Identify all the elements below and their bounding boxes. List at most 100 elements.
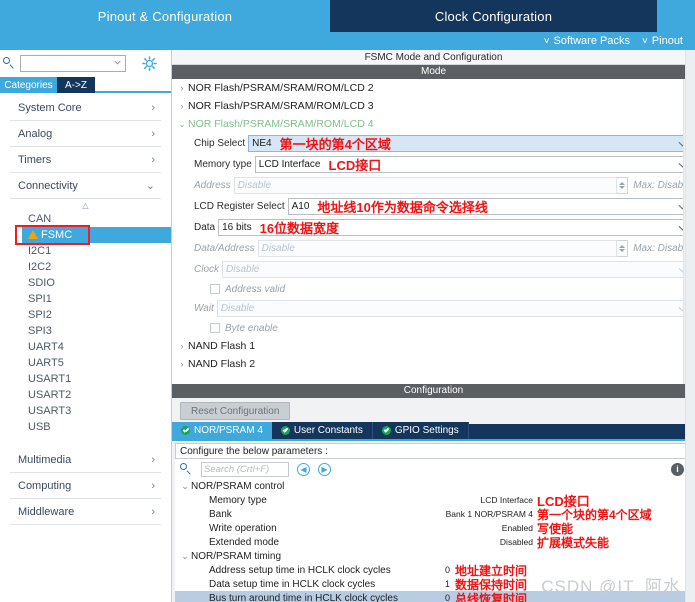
- panel-title: FSMC Mode and Configuration: [172, 50, 695, 65]
- checkbox-byte-enable-label: Byte enable: [225, 322, 278, 334]
- menu-pinout[interactable]: ˅ Pinout: [642, 35, 695, 47]
- sidebar-item-usart2[interactable]: USART2: [0, 387, 171, 403]
- configuration-pane: Reset Configuration NOR/PSRAM 4 User Con…: [172, 398, 695, 602]
- reset-configuration-row: Reset Configuration: [172, 398, 695, 424]
- sidebar-item-i2c1[interactable]: I2C1: [0, 243, 171, 259]
- param-group-label: NOR/PSRAM control: [191, 480, 285, 492]
- param-row-write-operation[interactable]: Write operation Enabled 写使能: [175, 521, 692, 536]
- param-name: Bank: [209, 508, 232, 520]
- mode-tree-item-label: NOR Flash/PSRAM/SRAM/ROM/LCD 4: [188, 118, 374, 130]
- param-group-label: NOR/PSRAM timing: [191, 550, 282, 562]
- search-icon: [2, 56, 16, 70]
- mode-tree-item-lcd2[interactable]: › NOR Flash/PSRAM/SRAM/ROM/LCD 2: [172, 79, 695, 97]
- mode-tree-item-nand1[interactable]: › NAND Flash 1: [172, 337, 695, 355]
- chevron-down-icon: ˅: [641, 35, 648, 47]
- top-tab-bar: Pinout & Configuration Clock Configurati…: [0, 0, 695, 32]
- param-name: Bus turn around time in HCLK clock cycle…: [209, 592, 398, 602]
- sidebar-item-spi1[interactable]: SPI1: [0, 291, 171, 307]
- chevron-right-icon: ›: [151, 505, 155, 518]
- checkbox-byte-enable-row[interactable]: Byte enable: [172, 319, 695, 337]
- sidebar-item-sdio[interactable]: SDIO: [0, 275, 171, 291]
- mode-tree-item-nand2[interactable]: › NAND Flash 2: [172, 355, 695, 373]
- sidebar-category-system-core[interactable]: System Core ›: [10, 95, 161, 121]
- sidebar-category-computing[interactable]: Computing ›: [10, 473, 161, 499]
- tab-categories-label: Categories: [4, 79, 53, 91]
- sidebar-item-usart1[interactable]: USART1: [0, 371, 171, 387]
- gear-icon[interactable]: [142, 55, 157, 71]
- search-input[interactable]: [20, 54, 126, 72]
- configuration-pane-scrollbar[interactable]: [685, 50, 695, 602]
- field-data-address-row: Data/Address Disable Max: Disable: [172, 238, 695, 259]
- field-lcd-register-select[interactable]: A10 地址线10作为数据命令选择线: [287, 198, 691, 215]
- configuration-tabs: NOR/PSRAM 4 User Constants GPIO Settings: [172, 422, 695, 441]
- param-group-nor-psram-timing[interactable]: ⌄ NOR/PSRAM timing: [175, 549, 692, 563]
- mode-tree-item-lcd3[interactable]: › NOR Flash/PSRAM/SRAM/ROM/LCD 3: [172, 97, 695, 115]
- field-chip-select-row: Chip Select NE4 第一块的第4个区域: [172, 133, 695, 154]
- sidebar-category-middleware[interactable]: Middleware ›: [10, 499, 161, 525]
- field-clock-value: Disable: [226, 264, 260, 275]
- sidebar-category-connectivity[interactable]: Connectivity ⌄: [10, 173, 161, 199]
- reset-configuration-button[interactable]: Reset Configuration: [180, 402, 291, 420]
- tab-overflow[interactable]: [657, 0, 695, 32]
- sidebar-item-can[interactable]: CAN: [0, 211, 171, 227]
- annotation-data: 16位数据宽度: [259, 221, 340, 236]
- configuration-section-header: Configuration: [172, 384, 695, 398]
- tab-pinout-configuration[interactable]: Pinout & Configuration: [0, 0, 330, 32]
- sidebar-item-uart5[interactable]: UART5: [0, 355, 171, 371]
- checkbox-address-valid-row[interactable]: Address valid: [172, 280, 695, 298]
- tab-categories[interactable]: Categories: [0, 77, 57, 93]
- sidebar-item-i2c2[interactable]: I2C2: [0, 259, 171, 275]
- sidebar-item-label: USART2: [28, 389, 72, 401]
- tab-clock-configuration[interactable]: Clock Configuration: [330, 0, 657, 32]
- param-value: Bank 1 NOR/PSRAM 4: [445, 509, 533, 519]
- sidebar-category-label: Multimedia: [18, 453, 72, 466]
- tab-a-to-z[interactable]: A->Z: [57, 77, 95, 93]
- field-memory-type[interactable]: LCD Interface LCD接口: [254, 156, 691, 173]
- chevron-right-icon: ›: [151, 127, 155, 140]
- param-row-bank[interactable]: Bank Bank 1 NOR/PSRAM 4 第一个块的第4个区域: [175, 507, 692, 522]
- tab-nor-psram-4[interactable]: NOR/PSRAM 4: [172, 422, 272, 439]
- param-row-data-setup-time[interactable]: Data setup time in HCLK clock cycles 1 数…: [175, 577, 692, 592]
- sidebar-category-timers[interactable]: Timers ›: [10, 147, 161, 173]
- param-value: 0: [445, 593, 451, 602]
- param-row-bus-turn-around-time[interactable]: Bus turn around time in HCLK clock cycle…: [175, 591, 692, 602]
- chevron-right-icon: ›: [180, 341, 184, 351]
- checkbox-byte-enable[interactable]: [210, 323, 220, 333]
- menu-software-packs[interactable]: ˅ Software Packs: [544, 35, 642, 47]
- param-group-nor-psram-control[interactable]: ⌄ NOR/PSRAM control: [175, 479, 692, 493]
- reset-configuration-label: Reset Configuration: [191, 405, 280, 417]
- sidebar-item-spi2[interactable]: SPI2: [0, 307, 171, 323]
- info-icon[interactable]: i: [671, 462, 684, 476]
- sidebar-item-usb[interactable]: USB: [0, 419, 171, 435]
- mode-tree-item-lcd4[interactable]: ⌄ NOR Flash/PSRAM/SRAM/ROM/LCD 4: [172, 115, 695, 133]
- field-clock: Disable: [222, 261, 691, 278]
- sidebar-item-label: SDIO: [28, 277, 55, 289]
- sidebar-item-usart3[interactable]: USART3: [0, 403, 171, 419]
- field-address: Disable: [233, 177, 618, 194]
- chevron-right-icon: ›: [151, 453, 155, 466]
- parameter-search-input[interactable]: Search (Crtl+F): [201, 461, 289, 477]
- menu-software-packs-label: Software Packs: [553, 35, 630, 47]
- chevron-left-circle-icon[interactable]: ◀: [297, 462, 310, 476]
- param-row-address-setup-time[interactable]: Address setup time in HCLK clock cycles …: [175, 563, 692, 578]
- tab-gpio-settings[interactable]: GPIO Settings: [372, 422, 469, 439]
- field-data-label: Data: [194, 222, 216, 233]
- checkbox-address-valid[interactable]: [210, 284, 220, 294]
- scroll-up-hint[interactable]: △: [0, 199, 171, 211]
- field-chip-select[interactable]: NE4 第一块的第4个区域: [248, 135, 691, 152]
- field-chip-select-label: Chip Select: [194, 138, 246, 149]
- sidebar-item-spi3[interactable]: SPI3: [0, 323, 171, 339]
- field-data[interactable]: 16 bits 16位数据宽度: [218, 219, 691, 236]
- field-memory-type-row: Memory type LCD Interface LCD接口: [172, 154, 695, 175]
- mode-tree-item-label: NAND Flash 2: [188, 358, 256, 370]
- param-row-extended-mode[interactable]: Extended mode Disabled 扩展模式失能: [175, 535, 692, 550]
- sidebar-category-analog[interactable]: Analog ›: [10, 121, 161, 147]
- tab-user-constants[interactable]: User Constants: [271, 422, 373, 439]
- search-icon: [179, 462, 193, 476]
- sidebar-item-label: USB: [28, 421, 51, 433]
- sidebar-item-uart4[interactable]: UART4: [0, 339, 171, 355]
- sidebar-category-multimedia[interactable]: Multimedia ›: [10, 447, 161, 473]
- sidebar-item-fsmc[interactable]: FSMC: [22, 227, 171, 243]
- chevron-right-circle-icon[interactable]: ▶: [318, 462, 331, 476]
